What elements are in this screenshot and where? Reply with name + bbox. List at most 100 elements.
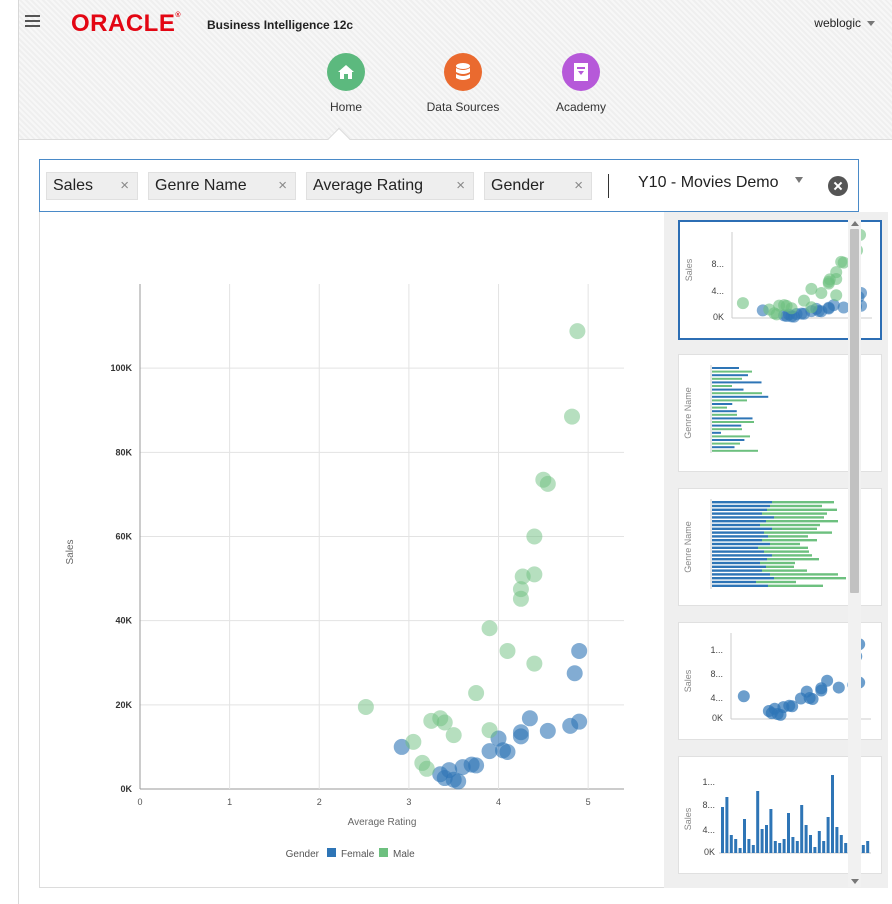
thumb-bar-female	[712, 504, 770, 508]
clear-search-button[interactable]	[828, 176, 848, 196]
thumb-tick: 8...	[702, 800, 715, 810]
thumb-bar-male	[768, 584, 823, 587]
y-tick-label: 100K	[110, 363, 132, 373]
thumb-bar	[712, 417, 753, 420]
data-point-male[interactable]	[564, 408, 581, 425]
y-tick-label: 60K	[115, 532, 132, 542]
thumb-bar-female	[712, 508, 767, 511]
data-point-female[interactable]	[571, 642, 588, 659]
thumb-column	[813, 847, 817, 853]
data-point-male[interactable]	[569, 323, 586, 340]
data-point-male[interactable]	[405, 733, 422, 750]
thumb-point	[737, 690, 750, 703]
thumb-bar-female	[712, 565, 766, 568]
data-point-female[interactable]	[566, 665, 583, 682]
thumb-column	[839, 835, 843, 853]
data-point-male[interactable]	[539, 475, 556, 492]
thumb-bar-male	[772, 501, 834, 504]
thumb-point	[785, 302, 798, 315]
y-tick-label: 20K	[115, 700, 132, 710]
close-icon[interactable]: ×	[456, 173, 465, 199]
product-name: Business Intelligence 12c	[207, 18, 354, 32]
token-genre-name[interactable]: Genre Name ×	[148, 172, 296, 200]
token-average-rating[interactable]: Average Rating ×	[306, 172, 474, 200]
nav-data-sources[interactable]: Data Sources	[418, 53, 508, 114]
thumb-bar-female	[712, 539, 762, 542]
x-axis-label: Average Rating	[348, 817, 417, 828]
data-point-male[interactable]	[499, 642, 516, 659]
data-point-female[interactable]	[512, 728, 529, 745]
search-bar[interactable]: Sales × Genre Name × Average Rating × Gende…	[39, 159, 859, 212]
data-point-female[interactable]	[450, 773, 467, 790]
data-point-female[interactable]	[499, 743, 516, 760]
thumb-column	[800, 805, 804, 853]
close-icon[interactable]: ×	[278, 173, 287, 199]
data-point-male[interactable]	[445, 727, 462, 744]
thumb-column	[822, 841, 826, 853]
chevron-down-icon	[794, 176, 803, 183]
nav-academy[interactable]: Academy	[536, 53, 626, 114]
app-frame: ORACLE® Business Intelligence 12c weblog…	[18, 0, 892, 904]
data-point-male[interactable]	[526, 566, 543, 583]
thumb-column	[861, 845, 865, 853]
token-label: Genre Name	[155, 177, 247, 194]
legend-swatch-female	[327, 848, 336, 857]
nav-home[interactable]: Home	[301, 53, 391, 114]
data-point-female[interactable]	[468, 757, 485, 774]
scroll-down-icon[interactable]	[851, 879, 859, 884]
thumb-bar	[712, 385, 732, 387]
thumbnail-scrollbar[interactable]	[848, 219, 861, 887]
data-point-male[interactable]	[481, 722, 498, 739]
thumb-column	[738, 848, 742, 853]
thumb-point	[815, 286, 828, 299]
data-point-female[interactable]	[539, 722, 556, 739]
thumb-bar-male	[766, 520, 838, 523]
thumb-column	[778, 843, 782, 853]
thumb-point	[805, 301, 818, 314]
data-point-male[interactable]	[526, 655, 543, 672]
thumb-bar-female	[712, 573, 770, 576]
data-point-male[interactable]	[481, 620, 498, 637]
thumb-bar-female	[712, 546, 758, 549]
thumb-bar-female	[712, 523, 760, 527]
nav-data-sources-label: Data Sources	[426, 100, 500, 114]
y-tick-label: 80K	[115, 447, 132, 457]
close-icon[interactable]: ×	[574, 173, 583, 199]
legend-swatch-male	[379, 848, 388, 857]
thumb-point	[832, 681, 845, 694]
scroll-up-icon[interactable]	[851, 221, 859, 226]
thumb-bar	[712, 395, 769, 398]
menu-icon[interactable]	[25, 15, 40, 28]
scatter-chart[interactable]: 0K 20K 40K 60K 80K 100K 0 1 2 3 4 5 Sales Average …	[40, 212, 660, 888]
thumb-tick: 8...	[711, 259, 724, 269]
thumb-tick: 8...	[710, 669, 723, 679]
subject-area-selector[interactable]: Y10 - Movies Demo	[638, 174, 803, 192]
data-point-male[interactable]	[418, 760, 435, 777]
thumb-bar-female	[712, 550, 764, 553]
data-point-male[interactable]	[526, 528, 543, 545]
thumb-bar-male	[767, 508, 837, 511]
thumb-column	[782, 839, 786, 853]
thumb-y-label: Sales	[683, 807, 693, 830]
nav-home-label: Home	[329, 100, 362, 114]
token-gender[interactable]: Gender ×	[484, 172, 592, 200]
thumb-bar-male	[774, 577, 846, 580]
x-tick-label: 4	[496, 797, 501, 807]
close-icon[interactable]: ×	[120, 173, 129, 199]
scrollbar-thumb[interactable]	[850, 229, 859, 593]
token-sales[interactable]: Sales ×	[46, 172, 138, 200]
thumb-column	[787, 813, 790, 853]
thumb-bar	[712, 381, 762, 384]
thumb-bar-male	[766, 565, 794, 568]
user-menu[interactable]: weblogic	[814, 16, 875, 30]
data-point-female[interactable]	[521, 710, 538, 727]
data-point-male[interactable]	[357, 698, 374, 715]
data-point-female[interactable]	[571, 713, 588, 730]
thumb-point	[806, 692, 819, 705]
thumb-bar	[712, 424, 742, 427]
thumb-bar-female	[712, 584, 768, 587]
data-point-male[interactable]	[468, 685, 485, 702]
thumb-column	[734, 839, 738, 853]
thumb-bar	[712, 392, 762, 395]
home-icon	[327, 53, 365, 91]
